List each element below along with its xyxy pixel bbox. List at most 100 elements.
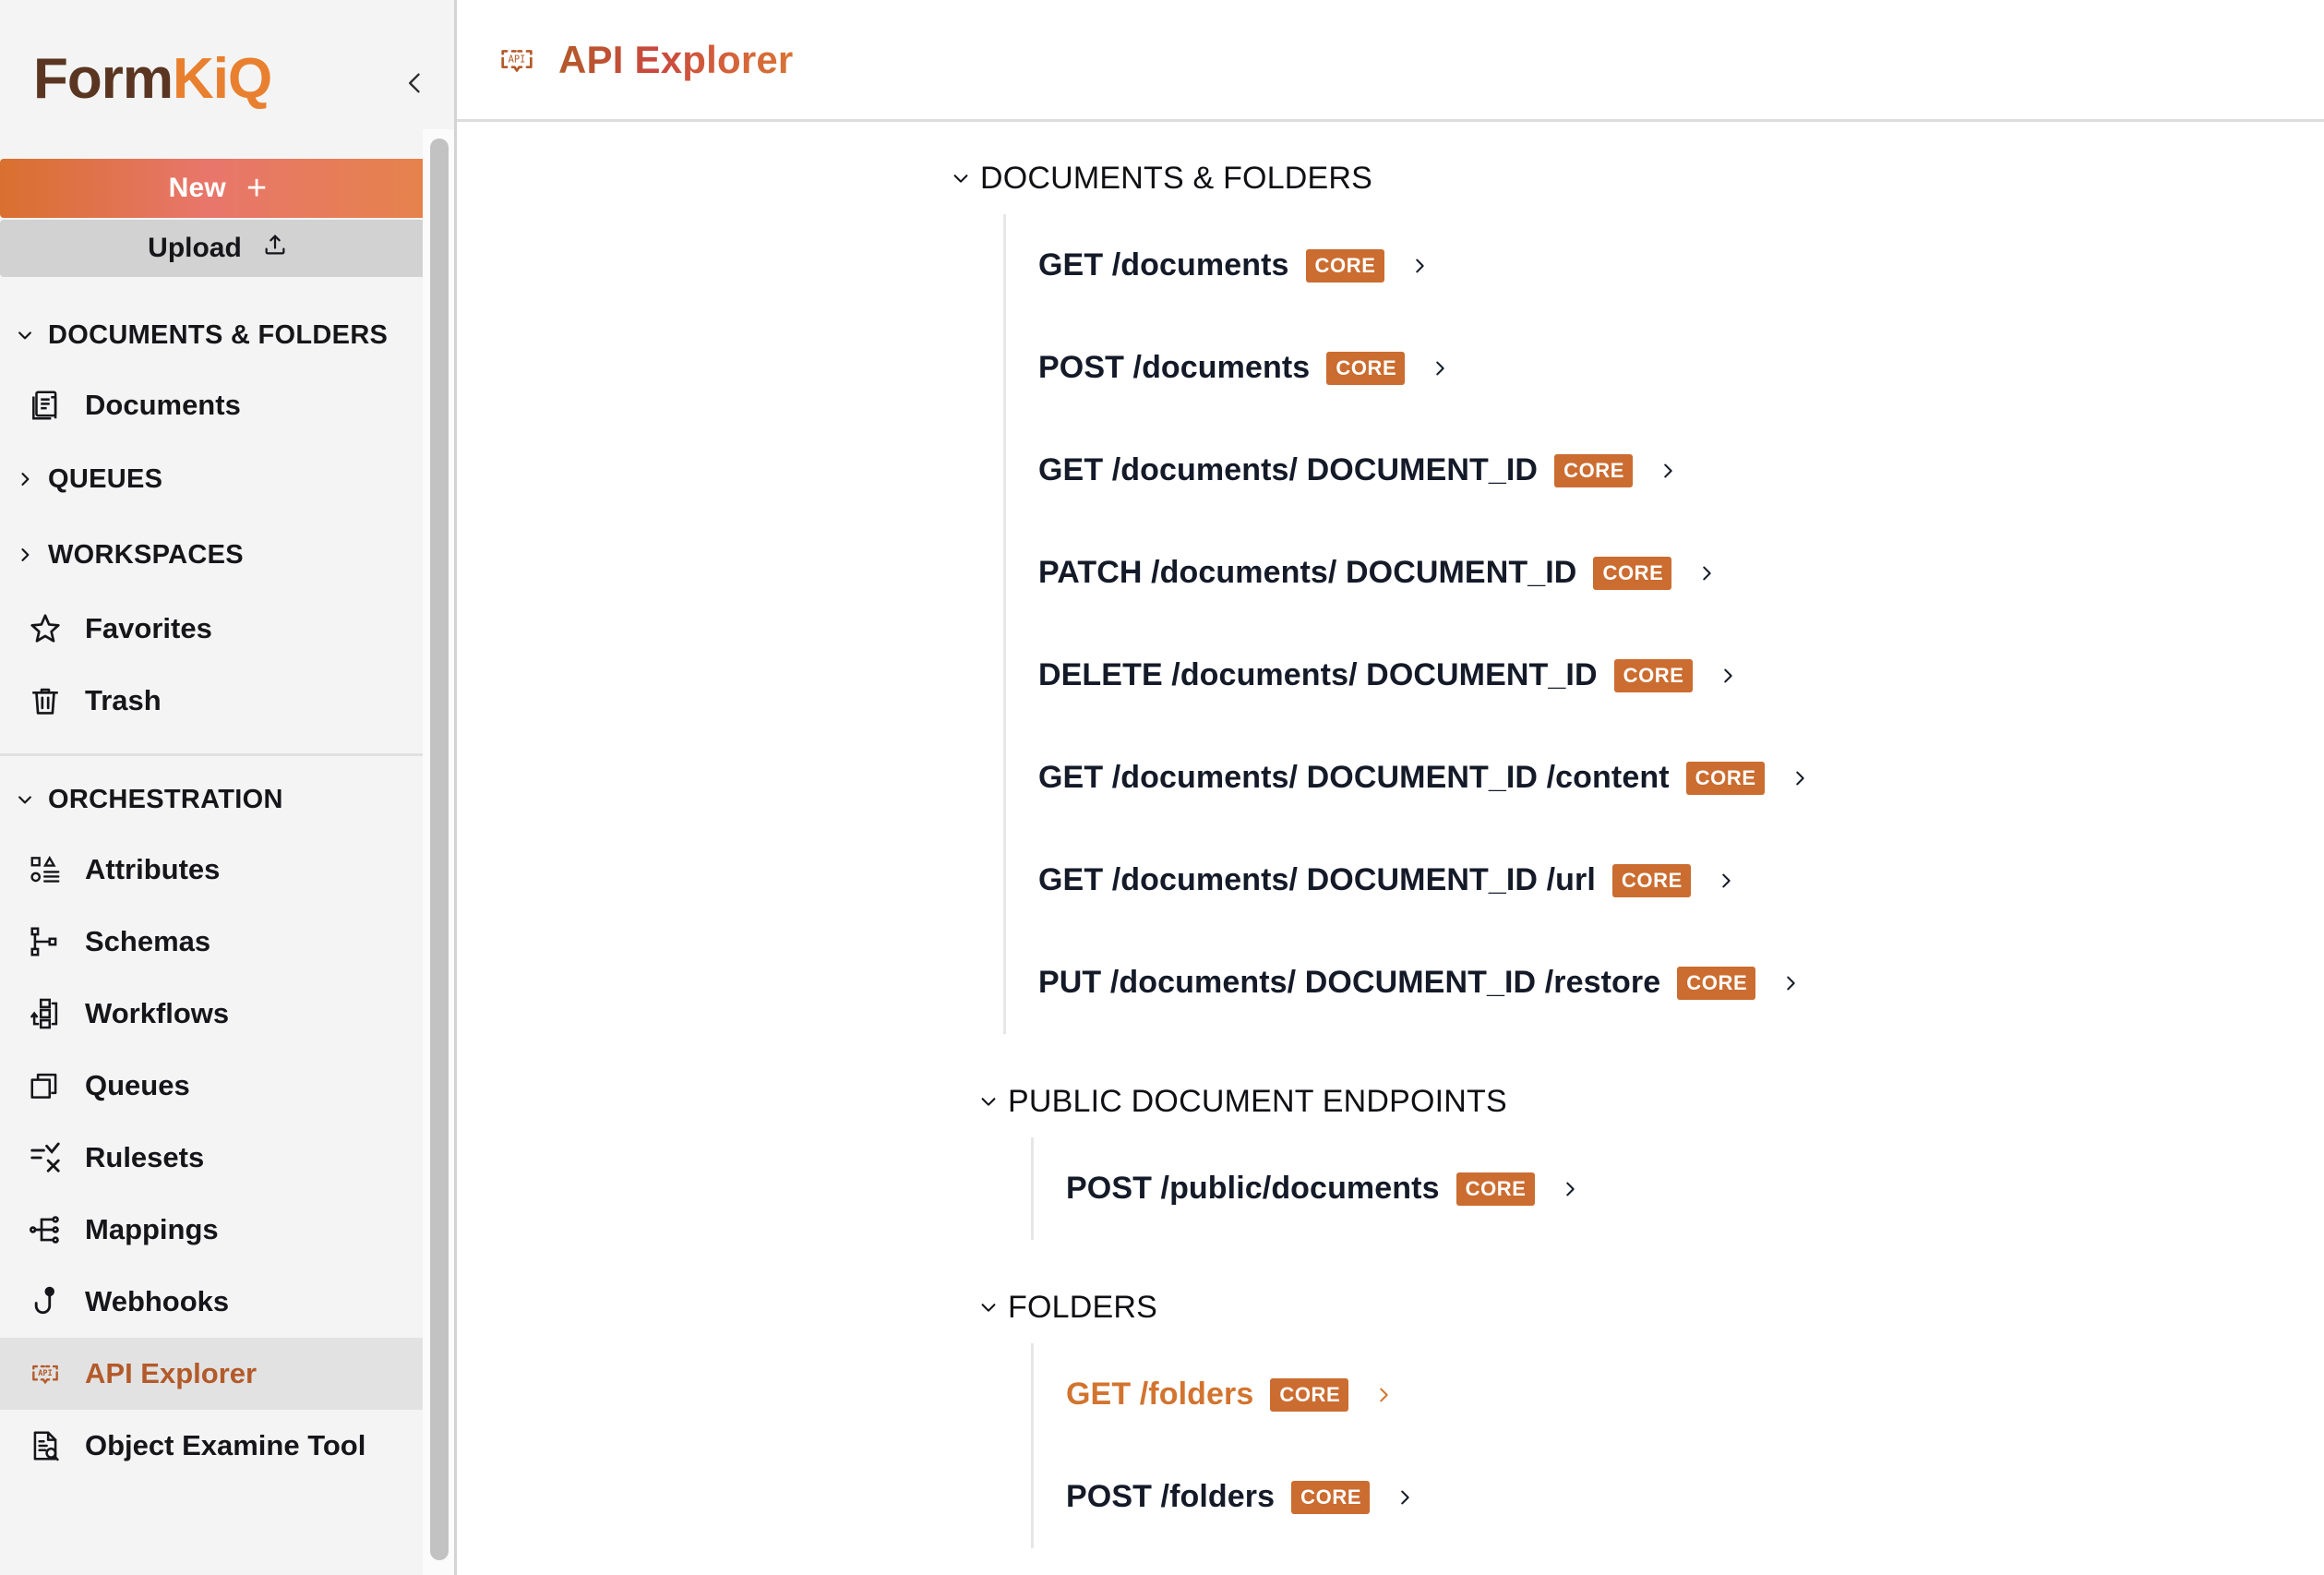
sidebar-group-workspaces[interactable]: WORKSPACES (0, 517, 454, 593)
section-header-public-document-endpoints[interactable]: PUBLIC DOCUMENT ENDPOINTS (457, 1065, 2324, 1137)
status-badge: CORE (1270, 1377, 1349, 1412)
formkiq-logo[interactable]: FormKiQ (33, 51, 272, 108)
endpoint-label: GET /documents (1038, 247, 1289, 283)
endpoint-section: PUBLIC DOCUMENT ENDPOINTS POST /public/d… (457, 1065, 2324, 1240)
chevron-right-icon[interactable] (1695, 561, 1718, 585)
chevron-right-icon[interactable] (1408, 254, 1431, 278)
sidebar-item-label: Attributes (85, 853, 221, 885)
sidebar-item-trash[interactable]: Trash (0, 665, 454, 737)
sidebar-item-label: Mappings (85, 1213, 219, 1245)
sidebar-item-queues[interactable]: Queues (0, 1050, 454, 1122)
section-title: DOCUMENTS & FOLDERS (980, 160, 1373, 196)
sidebar-item-workflows[interactable]: Workflows (0, 978, 454, 1050)
endpoint-row[interactable]: POST /documents CORE (1006, 317, 2324, 419)
endpoint-row[interactable]: PATCH /documents/ DOCUMENT_ID CORE (1006, 522, 2324, 624)
sidebar-scrollbar[interactable] (430, 138, 449, 1560)
endpoint-row[interactable]: GET /documents CORE (1006, 214, 2324, 317)
chevron-right-icon[interactable] (1372, 1383, 1395, 1407)
svg-text:API: API (509, 54, 526, 65)
chevron-right-icon[interactable] (1715, 869, 1737, 893)
webhook-icon (28, 1284, 63, 1319)
chevron-down-icon (15, 326, 35, 344)
chevron-left-icon[interactable] (397, 65, 434, 102)
sidebar-group-orchestration[interactable]: ORCHESTRATION (0, 765, 454, 834)
endpoint-label: POST /folders (1066, 1479, 1276, 1514)
sidebar-item-rulesets[interactable]: Rulesets (0, 1122, 454, 1194)
status-badge: CORE (1677, 966, 1756, 1000)
sidebar: FormKiQ New + Upload DOCUMENTS & FOLDERS… (0, 0, 457, 1575)
endpoint-label: PUT /documents/ DOCUMENT_ID /restore (1038, 965, 1661, 1000)
endpoint-row[interactable]: PUT /documents/ DOCUMENT_ID /restore COR… (1006, 932, 2324, 1034)
endpoint-row[interactable]: GET /documents/ DOCUMENT_ID CORE (1006, 419, 2324, 522)
sidebar-item-label: API Explorer (85, 1357, 258, 1389)
sidebar-item-object-examine-tool[interactable]: Object Examine Tool (0, 1410, 454, 1482)
endpoint-label: GET /folders (1066, 1377, 1254, 1412)
sidebar-item-label: Schemas (85, 925, 211, 957)
star-icon (28, 611, 63, 646)
sidebar-group-documents-folders[interactable]: DOCUMENTS & FOLDERS (0, 301, 454, 369)
sidebar-item-documents[interactable]: Documents (0, 369, 454, 441)
sidebar-group-label: ORCHESTRATION (48, 784, 283, 814)
section-header-folders[interactable]: FOLDERS (457, 1271, 2324, 1343)
endpoint-row[interactable]: POST /public/documents CORE (1034, 1137, 2324, 1240)
documents-icon (28, 388, 63, 423)
sidebar-item-schemas[interactable]: Schemas (0, 906, 454, 978)
endpoint-row[interactable]: POST /folders CORE (1034, 1446, 2324, 1548)
section-endpoints: GET /folders CORE POST /folders CORE (1031, 1343, 2324, 1548)
sidebar-item-label: Favorites (85, 612, 212, 644)
sidebar-header: FormKiQ (0, 0, 454, 159)
chevron-right-icon[interactable] (1789, 766, 1811, 790)
sidebar-item-label: Workflows (85, 997, 230, 1029)
endpoint-label: GET /documents/ DOCUMENT_ID /url (1038, 862, 1596, 897)
endpoint-row[interactable]: DELETE /documents/ DOCUMENT_ID CORE (1006, 624, 2324, 727)
status-badge: CORE (1305, 248, 1384, 283)
sidebar-item-attributes[interactable]: Attributes (0, 834, 454, 906)
upload-button-label: Upload (148, 233, 242, 263)
new-button[interactable]: New + (0, 159, 436, 218)
sidebar-group-queues[interactable]: QUEUES (0, 441, 454, 517)
endpoint-row[interactable]: GET /documents/ DOCUMENT_ID /content COR… (1006, 727, 2324, 829)
endpoint-label: DELETE /documents/ DOCUMENT_ID (1038, 657, 1598, 692)
endpoint-section: DOCUMENTS & FOLDERS GET /documents CORE … (457, 142, 2324, 1034)
sidebar-group-label: QUEUES (48, 463, 163, 494)
chevron-right-icon[interactable] (1779, 971, 1802, 995)
sidebar-item-webhooks[interactable]: Webhooks (0, 1266, 454, 1338)
status-badge: CORE (1611, 863, 1691, 897)
new-button-label: New (168, 173, 226, 203)
chevron-down-icon (978, 1091, 999, 1112)
status-badge: CORE (1593, 556, 1672, 590)
endpoint-row[interactable]: GET /documents/ DOCUMENT_ID /url CORE (1006, 829, 2324, 932)
api-icon: API (28, 1356, 63, 1391)
main-content: API API Explorer DOCUMENTS & FOLDERS GET… (457, 0, 2324, 1575)
status-badge: CORE (1685, 761, 1765, 795)
chevron-right-icon (15, 470, 35, 488)
endpoint-row[interactable]: GET /folders CORE (1034, 1343, 2324, 1446)
mappings-icon (28, 1212, 63, 1247)
app-root: FormKiQ New + Upload DOCUMENTS & FOLDERS… (0, 0, 2324, 1575)
upload-icon (262, 232, 288, 265)
endpoint-label: GET /documents/ DOCUMENT_ID /content (1038, 760, 1670, 795)
chevron-right-icon[interactable] (1717, 664, 1739, 688)
section-endpoints: GET /documents CORE POST /documents CORE… (1003, 214, 2324, 1034)
page-title: API Explorer (558, 37, 794, 81)
chevron-right-icon[interactable] (1559, 1177, 1581, 1201)
section-header-documents-folders[interactable]: DOCUMENTS & FOLDERS (457, 142, 2324, 214)
chevron-right-icon[interactable] (1429, 356, 1451, 380)
chevron-right-icon[interactable] (1657, 459, 1679, 483)
schemas-icon (28, 924, 63, 959)
status-badge: CORE (1291, 1480, 1371, 1514)
sidebar-item-api-explorer[interactable]: API API Explorer (0, 1338, 454, 1410)
chevron-down-icon (978, 1297, 999, 1317)
sidebar-item-label: Documents (85, 389, 241, 421)
sidebar-item-favorites[interactable]: Favorites (0, 593, 454, 665)
upload-button[interactable]: Upload (0, 220, 436, 277)
chevron-down-icon (951, 168, 971, 188)
object-examine-icon (28, 1428, 63, 1463)
sidebar-item-label: Webhooks (85, 1285, 230, 1317)
sidebar-group-label: DOCUMENTS & FOLDERS (48, 319, 389, 350)
sidebar-item-mappings[interactable]: Mappings (0, 1194, 454, 1266)
endpoint-list: DOCUMENTS & FOLDERS GET /documents CORE … (457, 122, 2324, 1575)
endpoint-label: GET /documents/ DOCUMENT_ID (1038, 452, 1539, 487)
chevron-right-icon[interactable] (1394, 1485, 1416, 1509)
